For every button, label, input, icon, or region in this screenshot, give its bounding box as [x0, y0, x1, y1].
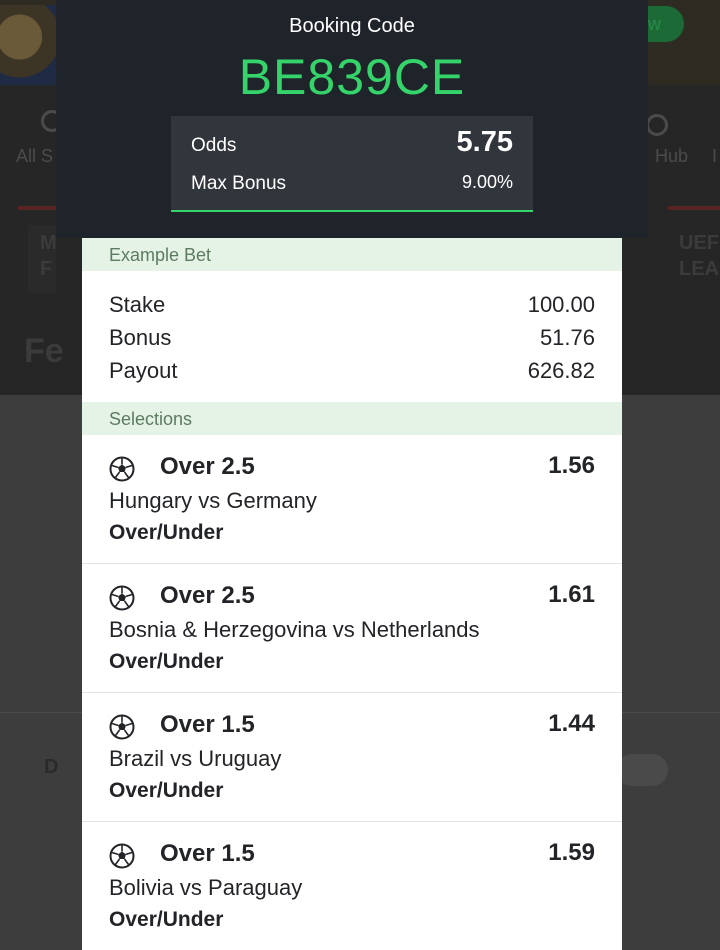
selection-market-type: Over/Under — [109, 650, 224, 673]
selections-title: Selections — [109, 409, 193, 429]
booking-header: Booking Code BE839CE Odds 5.75 Max Bonus… — [56, 0, 648, 238]
selection-odds: 1.59 — [548, 839, 595, 866]
bonus-value: 51.76 — [539, 325, 595, 350]
tab-indicator — [18, 206, 58, 210]
selection-match: Hungary vs Germany — [109, 488, 317, 513]
nav-more: I — [712, 146, 718, 166]
nav-all-sports: All S — [16, 146, 54, 166]
tab-right-line2: LEA — [679, 258, 719, 280]
selection-item[interactable]: Over 1.5 1.59 Bolivia vs Paraguay Over/U… — [82, 822, 622, 950]
selection-item[interactable]: Over 1.5 1.44 Brazil vs Uruguay Over/Und… — [82, 693, 622, 822]
selections-header: Selections — [82, 402, 622, 435]
selection-market: Over 2.5 — [160, 453, 255, 480]
selection-item[interactable]: Over 2.5 1.61 Bosnia & Herzegovina vs Ne… — [82, 564, 622, 693]
tab-left-line2: F — [40, 258, 53, 280]
soccer-ball-icon — [109, 585, 135, 611]
selection-market: Over 1.5 — [160, 711, 255, 738]
selection-market-type: Over/Under — [109, 908, 224, 931]
example-bet-header: Example Bet — [82, 238, 622, 271]
background-pill — [616, 754, 668, 786]
odds-summary: Odds 5.75 Max Bonus 9.00% — [171, 116, 533, 212]
selection-item[interactable]: Over 2.5 1.56 Hungary vs Germany Over/Un… — [82, 435, 622, 564]
tab-indicator-right — [668, 206, 720, 210]
selection-market-type: Over/Under — [109, 779, 224, 802]
background-section-title: Fe — [24, 332, 64, 370]
selection-match: Bolivia vs Paraguay — [109, 875, 303, 900]
payout-label: Payout — [109, 358, 178, 383]
max-bonus-label: Max Bonus — [191, 173, 287, 194]
selection-market: Over 1.5 — [160, 840, 255, 867]
soccer-ball-icon — [109, 456, 135, 482]
selection-match: Brazil vs Uruguay — [109, 746, 282, 771]
odds-value: 5.75 — [456, 126, 513, 158]
max-bonus-value: 9.00% — [461, 172, 513, 192]
nav-hub: Hub — [655, 146, 689, 166]
booking-title: Booking Code — [289, 15, 415, 37]
selection-market-type: Over/Under — [109, 521, 224, 544]
tab-right-line1: UEF — [679, 232, 719, 254]
booking-code[interactable]: BE839CE — [56, 48, 648, 106]
banner-image — [0, 5, 56, 85]
selection-odds: 1.56 — [548, 452, 595, 479]
selection-market: Over 2.5 — [160, 582, 255, 609]
selection-match: Bosnia & Herzegovina vs Netherlands — [109, 617, 480, 642]
soccer-ball-icon — [109, 843, 135, 869]
stake-label: Stake — [109, 292, 166, 317]
odds-label: Odds — [191, 135, 237, 156]
example-bet-title: Example Bet — [109, 245, 212, 265]
background-row-label: D — [44, 756, 59, 778]
bonus-label: Bonus — [109, 325, 172, 350]
payout-value: 626.82 — [527, 358, 595, 383]
nav-search-icon — [646, 114, 668, 136]
tab-left-line1: M — [40, 232, 57, 254]
selection-odds: 1.44 — [548, 710, 595, 737]
selection-odds: 1.61 — [548, 581, 595, 608]
stake-value: 100.00 — [527, 292, 595, 317]
bet-details-sheet: Example Bet Stake 100.00 Bonus 51.76 Pay… — [82, 238, 622, 950]
soccer-ball-icon — [109, 714, 135, 740]
